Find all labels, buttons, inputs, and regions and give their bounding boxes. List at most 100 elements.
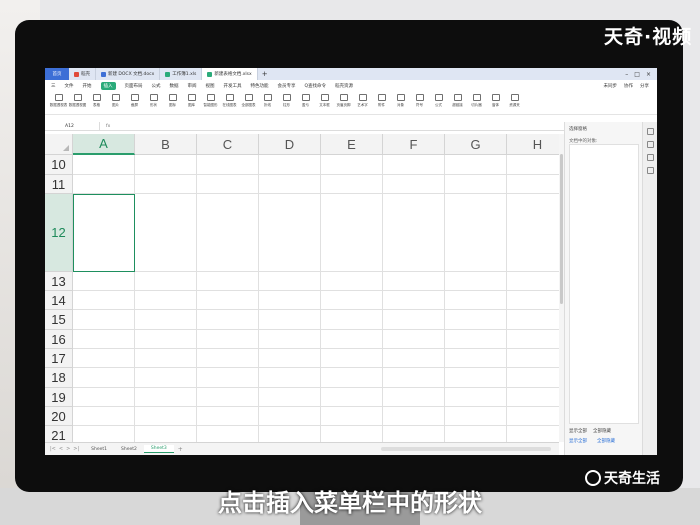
ribbon-picture[interactable]: 图片 [108,94,123,108]
close-icon[interactable]: × [646,71,651,78]
spreadsheet-window: 首页 稻壳 新建 DOCX 文档.docx 工作簿1.xls 新建表格文档.xl… [45,68,657,455]
show-all-link[interactable]: 显示全部 [569,438,587,444]
column-header-b[interactable]: B [135,134,197,155]
ribbon-table[interactable]: 表格 [89,94,104,108]
collab-button[interactable]: 协作 [624,83,633,89]
ribbon-screenshot[interactable]: 截屏 [127,94,142,108]
row-header-19[interactable]: 19 [45,388,73,407]
column-header-c[interactable]: C [197,134,259,155]
row-header-12[interactable]: 12 [45,194,73,272]
select-all-corner[interactable] [45,134,73,155]
new-tab-button[interactable]: + [258,68,272,80]
ribbon-equation[interactable]: 公式 [431,94,446,108]
name-box[interactable]: A12 [45,122,100,130]
column-header-f[interactable]: F [383,134,445,155]
ribbon-slicer[interactable]: 切片器 [469,94,484,108]
ribbon-pivot-table[interactable]: 数据透视表 [50,94,67,108]
maximize-icon[interactable]: □ [634,71,640,78]
menu-item-review[interactable]: 审阅 [188,83,197,89]
row-header-17[interactable]: 17 [45,349,73,368]
sheet-tab-3[interactable]: Sheet3 [143,445,174,453]
menu-item-file[interactable]: 文件 [65,83,74,89]
sheet-tab-1[interactable]: Sheet1 [84,446,114,453]
line-chart-icon [263,94,272,101]
ribbon-shapes[interactable]: 形状 [146,94,161,108]
menu-item-hamburger[interactable]: 三 [51,83,56,89]
ribbon-header-footer[interactable]: 页眉页脚 [336,94,351,108]
row-header-18[interactable]: 18 [45,368,73,388]
sync-button[interactable]: 未同步 [604,83,618,89]
ribbon-wordart[interactable]: 艺术字 [355,94,370,108]
ribbon-line[interactable]: 折线 [260,94,275,108]
sheet-tab-2[interactable]: Sheet2 [114,446,144,453]
column-header-e[interactable]: E [321,134,383,155]
ribbon-online-chart[interactable]: 在线图表 [222,94,237,108]
row-header-16[interactable]: 16 [45,330,73,349]
menu-item-resources[interactable]: 稻壳资源 [335,83,353,89]
row-header-10[interactable]: 10 [45,155,73,175]
last-sheet-icon[interactable]: >| [73,446,79,452]
tab-home[interactable]: 首页 [45,68,69,80]
menu-item-features[interactable]: 特色功能 [251,83,269,89]
prev-sheet-icon[interactable]: < [59,446,63,452]
scroll-thumb[interactable] [560,154,563,304]
spreadsheet-grid[interactable]: A B C D E F G H 10 11 12 13 14 15 16 17 … [45,134,559,442]
row-header-14[interactable]: 14 [45,291,73,310]
row-header-20[interactable]: 20 [45,407,73,426]
ribbon-textbox[interactable]: 文本框 [317,94,332,108]
ribbon-icons[interactable]: 图标 [165,94,180,108]
select-icon[interactable] [646,128,654,135]
horizontal-scrollbar[interactable] [381,447,551,451]
property-icon[interactable] [646,154,654,161]
ribbon-resource-folder[interactable]: 资源夹 [507,94,522,108]
tab-new-spreadsheet[interactable]: 新建表格文档.xlsx [202,68,258,80]
menu-item-member[interactable]: 会员专享 [278,83,296,89]
menu-item-view[interactable]: 视图 [206,83,215,89]
menu-item-data[interactable]: 数据 [170,83,179,89]
add-sheet-button[interactable]: + [174,446,187,453]
hide-all-link[interactable]: 全部隐藏 [597,438,615,444]
ribbon-symbol[interactable]: 符号 [412,94,427,108]
ribbon-object[interactable]: 对象 [393,94,408,108]
row-header-13[interactable]: 13 [45,272,73,291]
ribbon-pivot-chart[interactable]: 数据透视图 [69,94,86,108]
ribbon-column[interactable]: 柱形 [279,94,294,108]
first-sheet-icon[interactable]: |< [50,446,56,452]
tab-docx[interactable]: 新建 DOCX 文档.docx [96,68,161,80]
minimize-icon[interactable]: – [625,71,628,78]
ribbon-attachment[interactable]: 附件 [374,94,389,108]
menu-item-page-layout[interactable]: 页面布局 [125,83,143,89]
column-header-d[interactable]: D [259,134,321,155]
row-header-21[interactable]: 21 [45,426,73,442]
tab-workbook1[interactable]: 工作簿1.xls [160,68,203,80]
backup-icon[interactable] [646,167,654,174]
hide-all-button[interactable]: 全部隐藏 [593,428,611,434]
row-header-11[interactable]: 11 [45,175,73,194]
row-header-15[interactable]: 15 [45,310,73,330]
menu-item-insert[interactable]: 插入 [100,81,116,90]
next-sheet-icon[interactable]: > [66,446,70,452]
column-header-h[interactable]: H [507,134,559,155]
menu-item-formula[interactable]: 公式 [152,83,161,89]
ribbon-win-loss[interactable]: 盈亏 [298,94,313,108]
column-header-g[interactable]: G [445,134,507,155]
menu-item-search[interactable]: Q查找命令 [305,83,327,89]
ribbon-all-charts[interactable]: 全部图表 [241,94,256,108]
tab-docer[interactable]: 稻壳 [69,68,96,80]
menu-item-home[interactable]: 开始 [83,83,92,89]
object-list[interactable] [569,144,639,424]
ribbon-hyperlink[interactable]: 超链接 [450,94,465,108]
right-toolbar [642,122,657,455]
selected-cell-a12[interactable] [73,194,135,272]
show-all-button[interactable]: 显示全部 [569,428,587,434]
fx-icon[interactable]: fx [100,124,110,129]
icons-icon [168,94,177,101]
column-header-a[interactable]: A [73,134,135,155]
ribbon-form[interactable]: 窗体 [488,94,503,108]
share-button[interactable]: 分享 [640,83,649,89]
insert-ribbon: 数据透视表 数据透视图 表格 图片 截屏 形状 图标 图库 智能图形 在线图表 … [45,91,657,115]
ribbon-smart-art[interactable]: 智能图形 [203,94,218,108]
ribbon-gallery[interactable]: 图库 [184,94,199,108]
menu-item-developer[interactable]: 开发工具 [224,83,242,89]
style-icon[interactable] [646,141,654,148]
